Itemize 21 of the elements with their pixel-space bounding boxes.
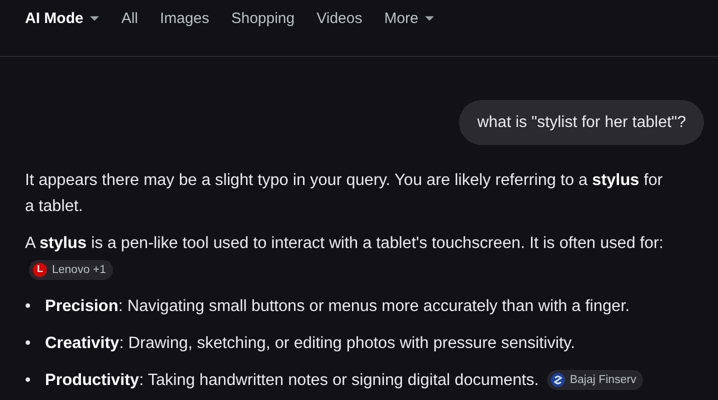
bullet-marker: • [25, 370, 32, 391]
caret-icon [90, 16, 100, 20]
tab[interactable]: Videos [316, 0, 362, 28]
tab[interactable]: AI Mode [25, 0, 100, 28]
logo-icon: L [33, 262, 47, 277]
bullet-text: Creativity: Drawing, sketching, or editing photos with pressure sensitivity. [45, 333, 575, 354]
caret-icon [425, 16, 434, 20]
bullet-text: Precision: Navigating small buttons or menus more accurately than with a finger. [45, 296, 630, 317]
tab[interactable]: More [384, 0, 434, 28]
bullet-text: Productivity: Taking handwritten notes or signing digital documents. [45, 370, 539, 391]
tab[interactable]: All [121, 0, 138, 28]
answer-paragraph: A stylus is a pen-like tool used to interact with a tablet's touchscreen. It is often used for: [25, 234, 664, 252]
answer-paragraph: It appears there may be a slight typo in your query. You are likely referring to a stylus for a tablet. [25, 171, 663, 215]
emblem-icon [550, 373, 565, 387]
bullet-marker: • [25, 296, 32, 317]
query-bubble: what is "stylist for her tablet"? [459, 100, 704, 145]
tab[interactable]: Images [160, 0, 210, 28]
tab[interactable]: Shopping [231, 0, 295, 28]
source-chip[interactable]: L Lenovo +1 [29, 260, 114, 280]
bullet-marker: • [25, 333, 32, 354]
source-chip[interactable]: Bajaj Finserv [546, 370, 644, 390]
